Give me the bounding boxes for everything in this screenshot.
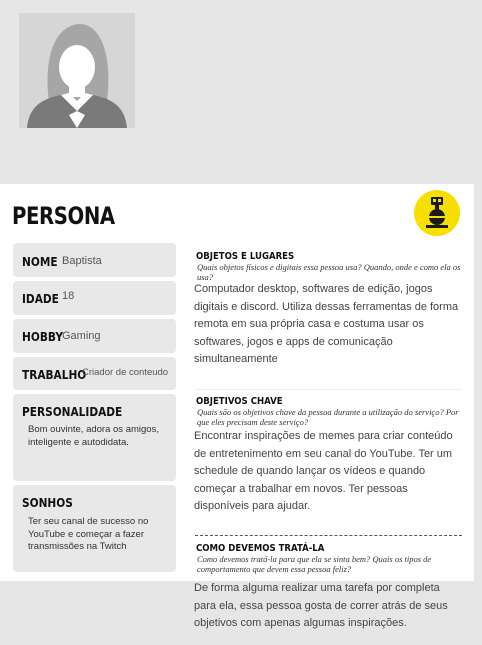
section-divider xyxy=(195,389,462,390)
section-divider xyxy=(195,535,462,536)
nome-value: Baptista xyxy=(62,255,102,267)
robot-logo-icon xyxy=(414,190,460,236)
field-hobby: HOBBY Gaming xyxy=(13,319,176,353)
trabalho-value: Criador de conteudo xyxy=(82,367,169,378)
idade-label: IDADE xyxy=(22,292,59,306)
field-idade: IDADE 18 xyxy=(13,281,176,315)
person-silhouette-icon xyxy=(19,13,135,128)
objects-body: Computador desktop, softwares de edição,… xyxy=(194,283,459,365)
treatment-question: Como devemos tratá-la para que ela se si… xyxy=(197,554,432,574)
idade-value: 18 xyxy=(62,290,75,302)
field-nome: NOME Baptista xyxy=(13,243,176,277)
personalidade-label: PERSONALIDADE xyxy=(22,405,123,419)
page-title: PERSONA xyxy=(12,202,115,230)
hobby-value: Gaming xyxy=(62,330,101,342)
objects-question: Quais objetos físicos e digitais essa pe… xyxy=(197,262,461,282)
goals-body: Encontrar inspirações de memes para cria… xyxy=(194,430,453,512)
trabalho-label: TRABALHO xyxy=(22,368,87,382)
treatment-body: De forma alguma realizar uma tarefa por … xyxy=(194,582,448,629)
persona-avatar xyxy=(19,13,135,128)
personalidade-description: Bom ouvinte, adora os amigos, inteligent… xyxy=(28,424,159,448)
treatment-heading: COMO DEVEMOS TRATÁ-LA xyxy=(196,543,325,554)
goals-question: Quais são os objetivos chave da pessoa d… xyxy=(197,407,459,427)
sonhos-description: Ter seu canal de sucesso no YouTube e co… xyxy=(28,516,149,552)
nome-label: NOME xyxy=(22,255,58,269)
field-sonhos: SONHOS Ter seu canal de sucesso no YouTu… xyxy=(13,485,176,572)
field-personalidade: PERSONALIDADE Bom ouvinte, adora os amig… xyxy=(13,394,176,481)
hobby-label: HOBBY xyxy=(22,330,63,344)
field-trabalho: TRABALHO Criador de conteudo xyxy=(13,357,176,390)
objects-heading: OBJETOS E LUGARES xyxy=(196,251,295,262)
sonhos-label: SONHOS xyxy=(22,496,73,510)
goals-heading: OBJETIVOS CHAVE xyxy=(196,396,283,407)
